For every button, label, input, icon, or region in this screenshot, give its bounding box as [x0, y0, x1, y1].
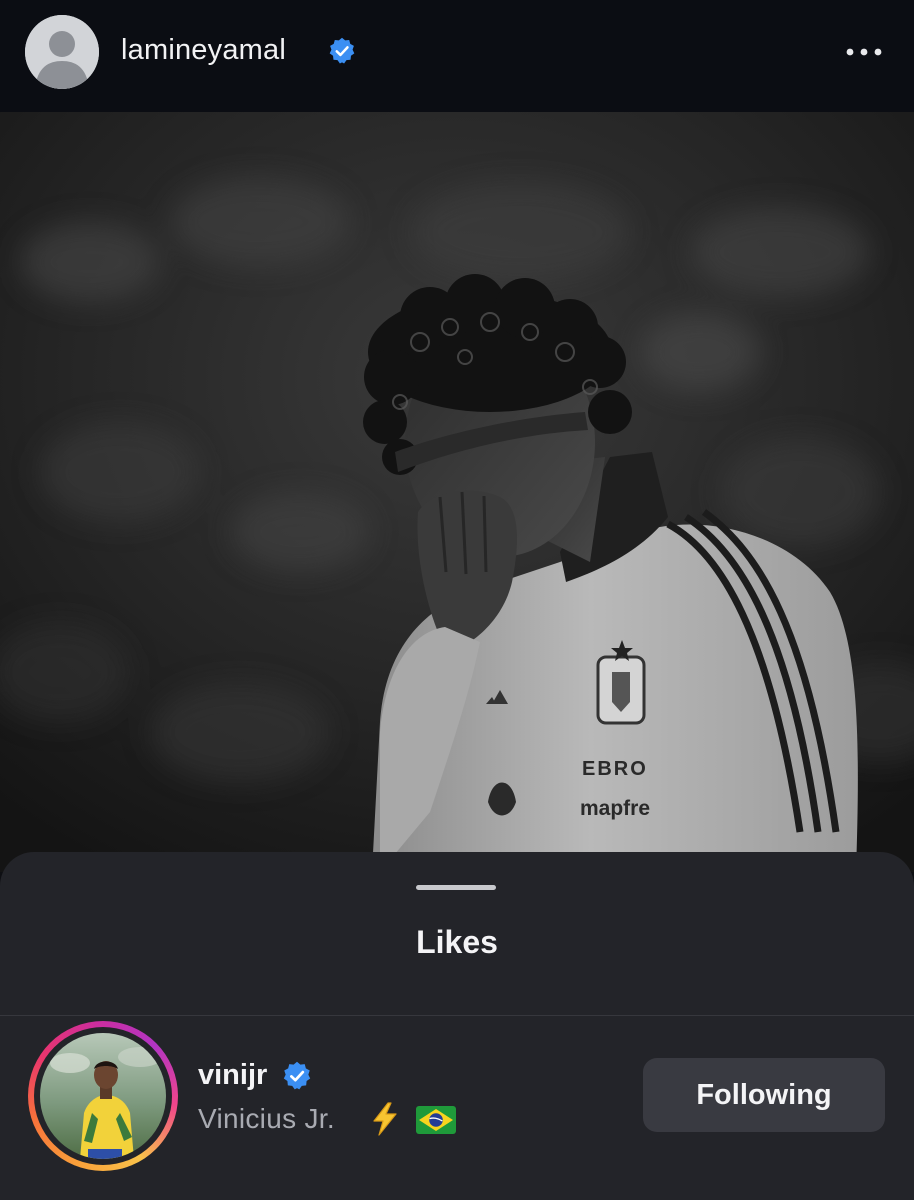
instagram-post-screen: lamineyamal EBRO mapfre Likes vinijr Vin…	[0, 0, 914, 1200]
verified-badge-icon	[283, 1061, 311, 1090]
svg-text:EBRO: EBRO	[582, 758, 648, 780]
likes-sheet: Likes vinijr Vinicius Jr. Following	[0, 852, 914, 1200]
player-photo-image: EBRO mapfre	[0, 112, 914, 872]
user-avatar	[40, 1033, 166, 1159]
verified-badge-icon	[329, 37, 355, 64]
post-header: lamineyamal	[0, 0, 914, 112]
svg-text:mapfre: mapfre	[580, 797, 650, 820]
more-horizontal-icon	[846, 48, 882, 56]
avatar-frame	[34, 1027, 172, 1165]
post-photo[interactable]: EBRO mapfre	[0, 112, 914, 872]
sheet-drag-handle[interactable]	[416, 885, 496, 890]
story-ring[interactable]	[28, 1021, 178, 1171]
liker-full-name: Vinicius Jr.	[198, 1103, 335, 1134]
default-avatar-icon	[25, 15, 99, 89]
post-username[interactable]: lamineyamal	[121, 30, 286, 70]
brazil-flag-emoji-icon	[416, 1106, 456, 1134]
profile-avatar[interactable]	[25, 15, 99, 89]
more-options-button[interactable]	[840, 36, 888, 68]
sheet-title: Likes	[416, 924, 498, 960]
high-voltage-emoji-icon	[373, 1102, 397, 1136]
like-list-item[interactable]: vinijr Vinicius Jr. Following	[0, 1016, 914, 1176]
vinijr-avatar-image	[40, 1033, 166, 1159]
liker-username[interactable]: vinijr	[198, 1056, 267, 1094]
following-button[interactable]: Following	[643, 1058, 885, 1132]
